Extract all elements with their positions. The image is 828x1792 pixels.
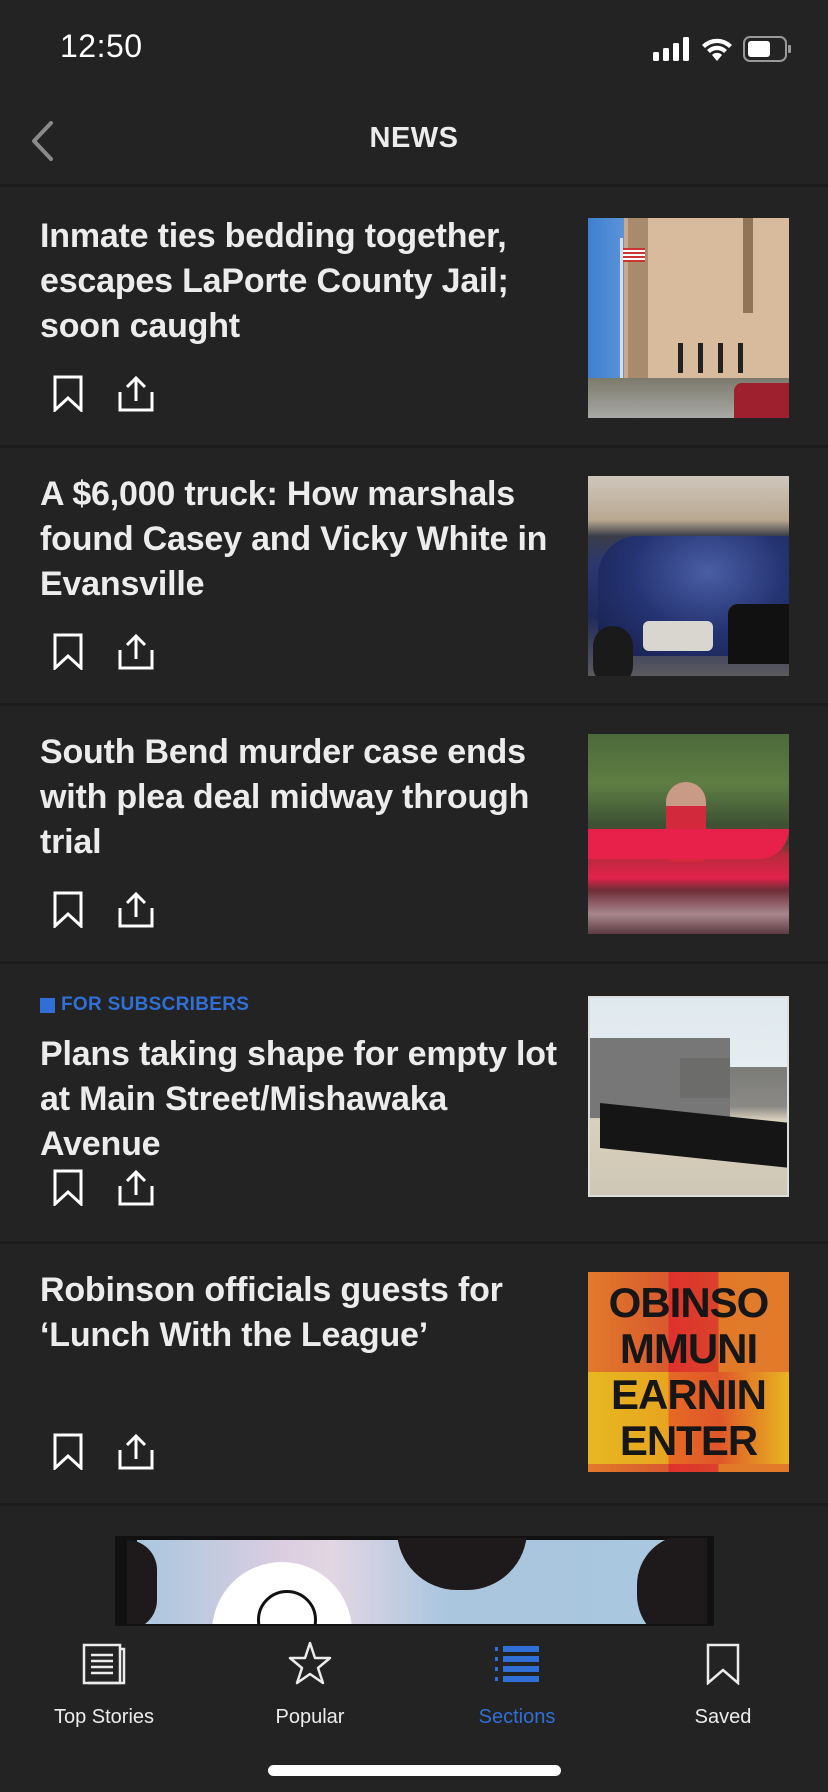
star-icon (288, 1641, 332, 1690)
tab-label: Saved (694, 1706, 752, 1728)
home-indicator[interactable] (268, 1765, 561, 1776)
bookmark-icon (53, 375, 83, 417)
tab-label: Popular (275, 1706, 345, 1728)
tab-saved[interactable]: Saved (633, 1642, 813, 1729)
nav-bar: NEWS (0, 100, 828, 187)
cellular-signal-icon (653, 37, 691, 66)
share-button[interactable] (118, 891, 154, 933)
bookmark-button[interactable] (50, 1169, 86, 1211)
article-item[interactable]: Robinson officials guests for ‘Lunch Wit… (0, 1244, 828, 1506)
bookmark-button[interactable] (50, 1433, 86, 1475)
tab-sections[interactable]: Sections (427, 1642, 607, 1729)
article-actions (50, 891, 154, 933)
thumbnail-text: EARNIN (588, 1372, 789, 1418)
tab-label: Sections (478, 1706, 556, 1728)
article-item[interactable]: South Bend murder case ends with plea de… (0, 706, 828, 964)
subscriber-badge: FOR SUBSCRIBERS (40, 994, 249, 1016)
share-icon (118, 891, 154, 933)
article-thumbnail[interactable] (588, 734, 789, 934)
thumbnail-text: MMUNI (619, 1326, 758, 1372)
ad-banner[interactable] (115, 1536, 714, 1626)
article-feed: Inmate ties bedding together, escapes La… (0, 190, 828, 1506)
article-title[interactable]: Robinson officials guests for ‘Lunch Wit… (40, 1268, 570, 1358)
newspaper-icon (82, 1641, 126, 1690)
share-button[interactable] (118, 633, 154, 675)
article-title[interactable]: Inmate ties bedding together, escapes La… (40, 214, 570, 349)
bookmark-button[interactable] (50, 891, 86, 933)
tab-label: Top Stories (53, 1706, 155, 1728)
thumbnail-text: ENTER (588, 1418, 789, 1464)
ad-artwork (127, 1538, 707, 1624)
subscriber-square-icon (40, 997, 55, 1013)
article-actions (50, 1169, 154, 1211)
article-item[interactable]: A $6,000 truck: How marshals found Casey… (0, 448, 828, 706)
article-title[interactable]: Plans taking shape for empty lot at Main… (40, 1032, 570, 1167)
article-actions (50, 633, 154, 675)
wifi-icon (701, 37, 733, 66)
share-button[interactable] (118, 375, 154, 417)
bookmark-icon (706, 1643, 740, 1690)
article-thumbnail[interactable] (588, 218, 789, 418)
page-title: NEWS (369, 122, 459, 154)
subscriber-label: FOR SUBSCRIBERS (61, 994, 250, 1015)
status-time: 12:50 (60, 28, 143, 64)
share-icon (118, 633, 154, 675)
share-icon (118, 1169, 154, 1211)
article-title[interactable]: South Bend murder case ends with plea de… (40, 730, 570, 865)
article-actions (50, 375, 154, 417)
share-button[interactable] (118, 1433, 154, 1475)
article-thumbnail[interactable] (588, 476, 789, 676)
article-title[interactable]: A $6,000 truck: How marshals found Casey… (40, 472, 570, 607)
bookmark-icon (53, 1169, 83, 1211)
share-icon (118, 1433, 154, 1475)
list-icon (495, 1645, 539, 1690)
status-icons (653, 36, 793, 67)
article-item[interactable]: Inmate ties bedding together, escapes La… (0, 190, 828, 448)
battery-icon (743, 36, 793, 67)
tab-popular[interactable]: Popular (220, 1641, 400, 1729)
status-bar: 12:50 (0, 0, 828, 100)
article-thumbnail[interactable] (588, 996, 789, 1197)
thumbnail-text: OBINSO (608, 1280, 770, 1326)
bookmark-icon (53, 891, 83, 933)
bookmark-button[interactable] (50, 375, 86, 417)
article-item[interactable]: FOR SUBSCRIBERS Plans taking shape for e… (0, 964, 828, 1244)
bookmark-icon (53, 633, 83, 675)
share-icon (118, 375, 154, 417)
article-actions (50, 1433, 154, 1475)
tab-top-stories[interactable]: Top Stories (14, 1642, 194, 1729)
bookmark-icon (53, 1433, 83, 1475)
share-button[interactable] (118, 1169, 154, 1211)
article-thumbnail[interactable]: OBINSO MMUNI EARNIN ENTER (588, 1272, 789, 1472)
bookmark-button[interactable] (50, 633, 86, 675)
